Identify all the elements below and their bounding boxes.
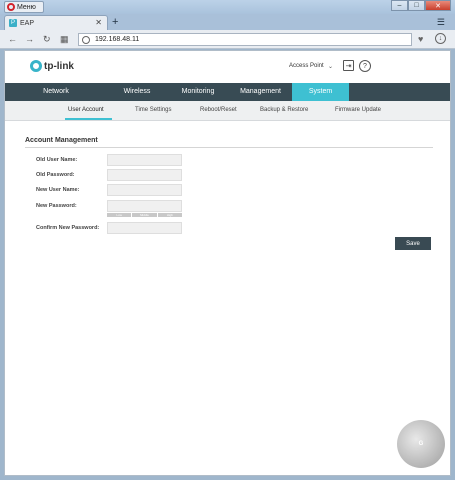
tab-monitoring[interactable]: Monitoring: [167, 83, 229, 101]
save-button[interactable]: Save: [395, 237, 431, 250]
tab-menu-icon[interactable]: ☰: [437, 17, 445, 28]
page-viewport: tp-link Access Point ⌄ ⇥ ? Network Wirel…: [4, 50, 451, 476]
heart-icon[interactable]: ♥: [418, 34, 423, 44]
watermark-glyph: G: [418, 441, 424, 447]
sub-nav: User Account Time Settings Reboot/Reset …: [5, 101, 450, 121]
opera-logo-icon: [7, 3, 15, 11]
minimize-button[interactable]: –: [391, 0, 408, 11]
browser-menu-button[interactable]: Меню: [4, 1, 44, 13]
globe-icon: [82, 35, 90, 44]
new-tab-button[interactable]: +: [112, 16, 118, 28]
section-title: Account Management: [25, 137, 98, 144]
reload-icon[interactable]: ↻: [43, 34, 51, 45]
speed-dial-grid-icon[interactable]: ▦: [60, 34, 69, 45]
help-icon[interactable]: ?: [359, 60, 371, 72]
main-nav: Network Wireless Monitoring Management S…: [5, 83, 450, 101]
browser-menu-label: Меню: [17, 3, 36, 11]
tab-title: EAP: [20, 19, 35, 27]
address-bar-url: 192.168.48.11: [95, 36, 140, 43]
tab-wireless[interactable]: Wireless: [107, 83, 167, 101]
new-password-input[interactable]: [107, 200, 182, 212]
subtab-user-account[interactable]: User Account: [68, 107, 104, 113]
subtab-firmware-update[interactable]: Firmware Update: [335, 107, 381, 113]
subtab-backup-restore[interactable]: Backup & Restore: [260, 107, 308, 113]
forward-arrow-icon[interactable]: →: [25, 34, 34, 44]
mode-select[interactable]: Access Point: [289, 63, 324, 69]
confirm-password-input[interactable]: [107, 222, 182, 234]
new-password-label: New Password:: [36, 203, 77, 209]
brand-header: tp-link Access Point ⌄ ⇥ ?: [5, 51, 450, 83]
logo-text: tp-link: [44, 60, 74, 72]
tab-close-icon[interactable]: ✕: [95, 18, 102, 27]
old-user-name-label: Old User Name:: [36, 157, 78, 163]
tab-system[interactable]: System: [292, 83, 349, 101]
strength-high: High: [157, 213, 182, 217]
strength-middle: Middle: [132, 213, 157, 217]
address-bar[interactable]: 192.168.48.11: [78, 33, 412, 46]
close-window-button[interactable]: ✕: [425, 0, 451, 11]
new-user-name-label: New User Name:: [36, 187, 80, 193]
tab-bar: P EAP ✕ + ☰: [0, 14, 455, 30]
old-user-name-input[interactable]: [107, 154, 182, 166]
tab-network[interactable]: Network: [5, 83, 107, 101]
old-password-label: Old Password:: [36, 172, 75, 178]
subtab-time-settings[interactable]: Time Settings: [135, 107, 171, 113]
watermark-logo: G: [397, 420, 445, 468]
back-arrow-icon[interactable]: ←: [8, 34, 17, 44]
tp-link-logo-icon: [30, 60, 42, 72]
download-icon[interactable]: ↓: [435, 33, 446, 44]
chevron-down-icon[interactable]: ⌄: [328, 63, 333, 70]
tab-favicon-icon: P: [9, 19, 17, 27]
section-divider: [25, 147, 433, 148]
browser-tab[interactable]: P EAP ✕: [4, 15, 108, 30]
logout-icon[interactable]: ⇥: [343, 60, 354, 71]
old-password-input[interactable]: [107, 169, 182, 181]
strength-low: Low: [107, 213, 132, 217]
active-subtab-indicator: [65, 118, 112, 120]
tp-link-logo: tp-link: [30, 60, 74, 72]
window-titlebar: Меню – □ ✕: [0, 0, 455, 14]
new-user-name-input[interactable]: [107, 184, 182, 196]
window-controls: – □ ✕: [391, 0, 451, 11]
tab-management[interactable]: Management: [229, 83, 292, 101]
subtab-reboot-reset[interactable]: Reboot/Reset: [200, 107, 237, 113]
confirm-password-label: Confirm New Password:: [36, 225, 100, 231]
password-strength-meter: Low Middle High: [107, 213, 182, 217]
maximize-button[interactable]: □: [408, 0, 425, 11]
browser-toolbar: ← → ↻ ▦ 192.168.48.11 ♥ ↓: [0, 30, 455, 49]
